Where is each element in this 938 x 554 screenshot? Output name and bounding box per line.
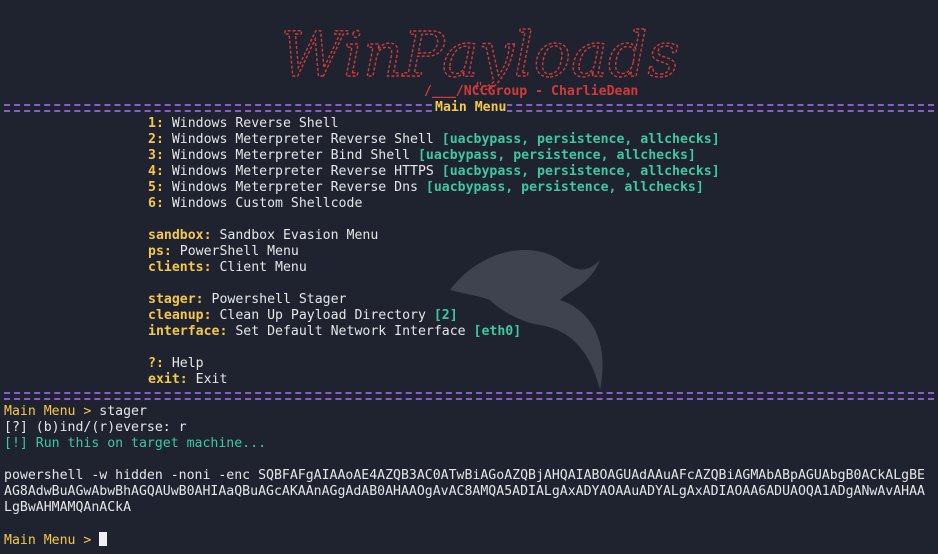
menu-label: Windows Reverse Shell — [163, 116, 339, 131]
menu-item-interface[interactable]: interface: Set Default Network Interface… — [148, 324, 720, 340]
menu-flags: [eth0] — [473, 324, 522, 339]
menu-spacer — [148, 212, 720, 228]
command-text: stager — [99, 404, 147, 419]
menu-key: clients: — [148, 260, 212, 275]
menu-item-exit[interactable]: exit: Exit — [148, 372, 720, 388]
menu-label: Powershell Stager — [203, 292, 347, 307]
menu-key: 2: — [148, 132, 164, 147]
cursor — [99, 532, 108, 546]
menu-flags: [2] — [433, 308, 458, 323]
menu-label: Sandbox Evasion Menu — [211, 228, 379, 243]
menu-label: Windows Meterpreter Reverse HTTPS — [163, 164, 442, 179]
command-line-2[interactable]: Main Menu > — [4, 532, 108, 549]
menu-item-2[interactable]: 2: Windows Meterpreter Reverse Shell [ua… — [148, 132, 720, 148]
menu-item-ps[interactable]: ps: PowerShell Menu — [148, 244, 720, 260]
menu-key: cleanup: — [148, 308, 212, 323]
separator-bottom — [4, 392, 934, 400]
menu-flags: [uacbypass, persistence, allchecks] — [441, 132, 720, 147]
menu-label: Set Default Network Interface — [227, 324, 474, 339]
menu-spacer — [148, 340, 720, 356]
notice-text: [!] Run this on target machine... — [4, 436, 267, 451]
payload-line-2[interactable]: AG8AdwBuAGwAbwBhAGQAUwB0AHIAaQBuAGcAKAAn… — [4, 484, 925, 500]
menu-key: sandbox: — [148, 228, 212, 243]
menu-item-3[interactable]: 3: Windows Meterpreter Bind Shell [uacby… — [148, 148, 720, 164]
command-line-1: Main Menu > stager — [4, 404, 147, 420]
menu-label: Windows Custom Shellcode — [163, 196, 363, 211]
main-menu: 1: Windows Reverse Shell 2: Windows Mete… — [148, 116, 720, 388]
menu-item-5[interactable]: 5: Windows Meterpreter Reverse Dns [uacb… — [148, 180, 720, 196]
menu-flags: [uacbypass, persistence, allchecks] — [441, 164, 720, 179]
menu-key: 6: — [148, 196, 164, 211]
menu-item-stager[interactable]: stager: Powershell Stager — [148, 292, 720, 308]
menu-item-1[interactable]: 1: Windows Reverse Shell — [148, 116, 720, 132]
prompt: Main Menu > — [4, 533, 100, 548]
menu-key: ?: — [148, 356, 164, 371]
menu-flags: [uacbypass, persistence, allchecks] — [417, 148, 696, 163]
menu-key: exit: — [148, 372, 188, 387]
payload-line-1[interactable]: powershell -w hidden -noni -enc SQBFAFgA… — [4, 468, 925, 484]
menu-item-clients[interactable]: clients: Client Menu — [148, 260, 720, 276]
bind-reverse-question: [?] (b)ind/(r)everse: r — [4, 420, 187, 435]
menu-item-6[interactable]: 6: Windows Custom Shellcode — [148, 196, 720, 212]
menu-key: 3: — [148, 148, 164, 163]
menu-label: Windows Meterpreter Reverse Dns — [163, 180, 426, 195]
menu-label: Help — [163, 356, 204, 371]
credit-text: /___/NCCGroup - CharlieDean — [424, 84, 639, 99]
payload-line-3[interactable]: LgBwAHMAMQAnACkA — [4, 500, 131, 516]
menu-item-sandbox[interactable]: sandbox: Sandbox Evasion Menu — [148, 228, 720, 244]
logo-text: WinPayloads — [281, 18, 680, 91]
menu-item-4[interactable]: 4: Windows Meterpreter Reverse HTTPS [ua… — [148, 164, 720, 180]
menu-key: interface: — [148, 324, 228, 339]
menu-key: 4: — [148, 164, 164, 179]
menu-flags: [uacbypass, persistence, allchecks] — [425, 180, 704, 195]
menu-item-help[interactable]: ?: Help — [148, 356, 720, 372]
menu-key: 1: — [148, 116, 164, 131]
menu-label: Exit — [187, 372, 228, 387]
menu-label: Windows Meterpreter Bind Shell — [163, 148, 418, 163]
menu-spacer — [148, 276, 720, 292]
menu-label: Clean Up Payload Directory — [211, 308, 434, 323]
menu-item-cleanup[interactable]: cleanup: Clean Up Payload Directory [2] — [148, 308, 720, 324]
menu-key: ps: — [148, 244, 172, 259]
menu-title: Main Menu — [434, 100, 508, 116]
prompt: Main Menu > — [4, 404, 100, 419]
terminal-window[interactable]: WinPayloads /___/NCCGroup - CharlieDean … — [0, 0, 938, 554]
menu-label: Windows Meterpreter Reverse Shell — [163, 132, 442, 147]
menu-key: 5: — [148, 180, 164, 195]
menu-label: Client Menu — [211, 260, 307, 275]
winpayloads-logo: WinPayloads — [230, 10, 730, 92]
menu-label: PowerShell Menu — [171, 244, 299, 259]
menu-key: stager: — [148, 292, 204, 307]
